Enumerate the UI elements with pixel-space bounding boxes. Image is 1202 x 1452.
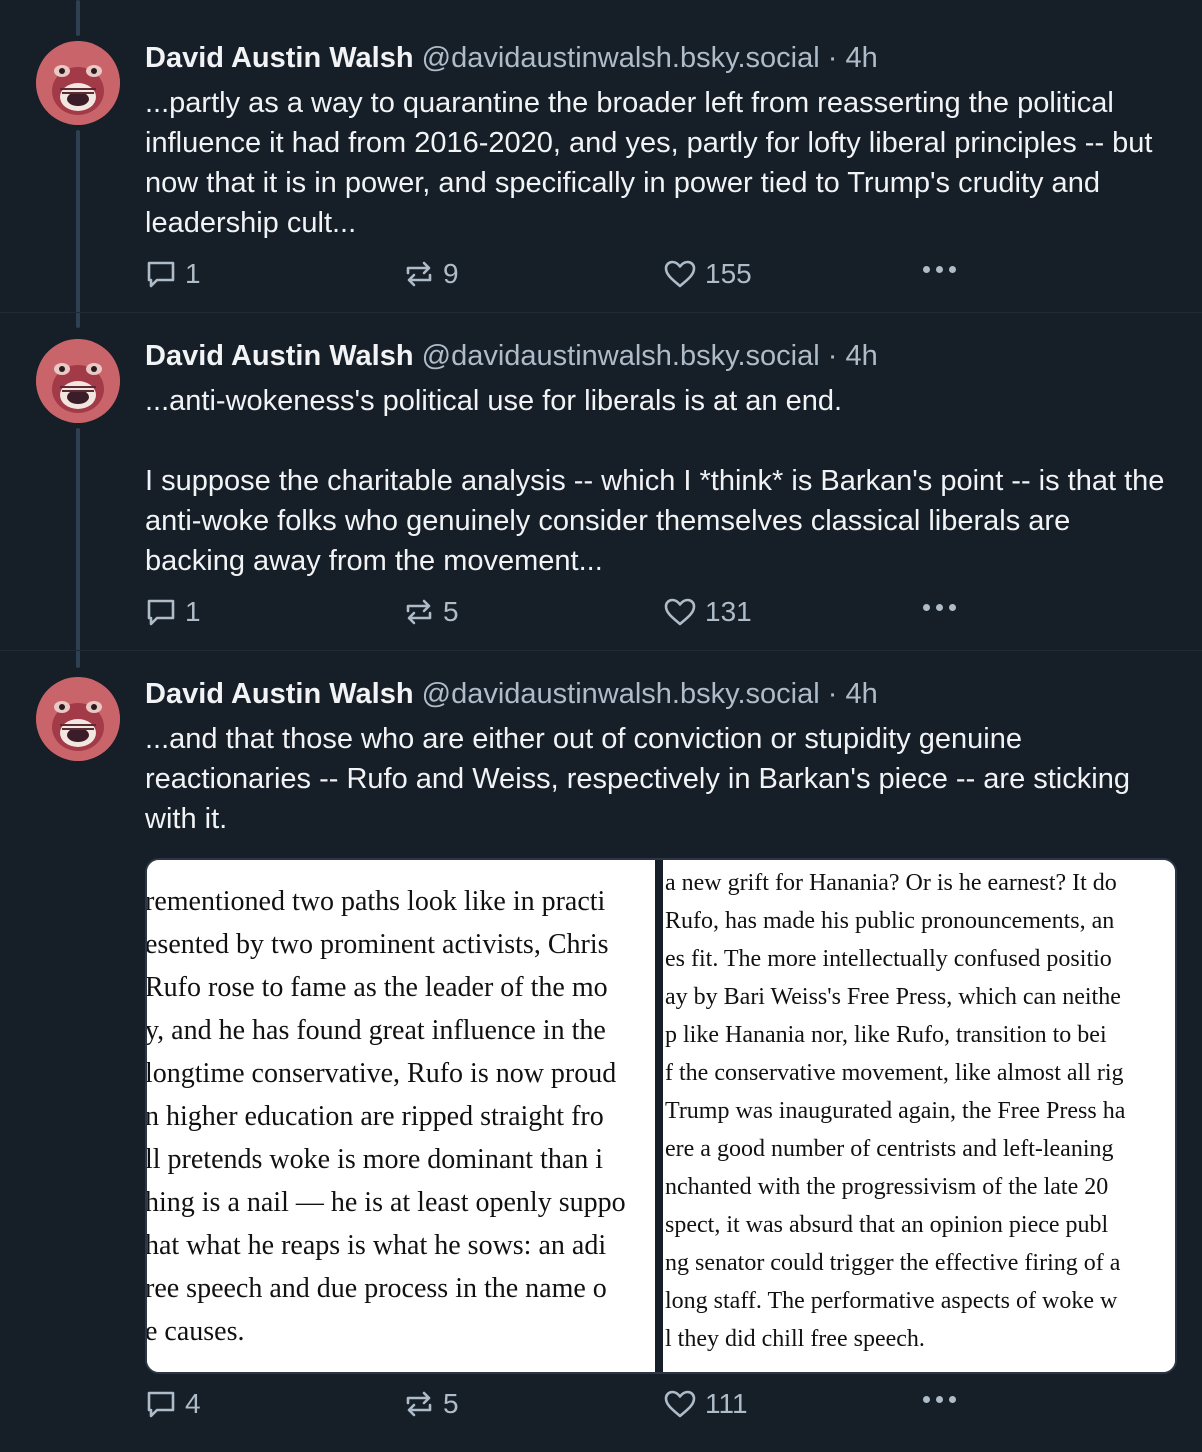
image-gap (655, 860, 663, 1372)
article-line: e causes. (147, 1316, 245, 1347)
author-handle[interactable]: @davidaustinwalsh.bsky.social (422, 340, 820, 372)
article-line: esented by two prominent activists, Chri… (147, 929, 609, 960)
thread-line (76, 0, 80, 36)
thread-line (76, 428, 80, 668)
like-count: 111 (705, 1388, 748, 1419)
like-button[interactable]: 155 (663, 258, 752, 290)
heart-icon (664, 1390, 696, 1418)
article-line: nchanted with the progressivism of the l… (665, 1174, 1109, 1200)
article-screenshot-right[interactable]: a new grift for Hanania? Or is he earnes… (663, 860, 1175, 1372)
thread-line (76, 130, 80, 328)
post-time[interactable]: 4h (845, 678, 877, 710)
repost-button[interactable]: 9 (403, 258, 459, 290)
article-line: ng senator could trigger the effective f… (665, 1250, 1121, 1276)
reply-count: 4 (185, 1388, 201, 1419)
image-gallery: rementioned two paths look like in pract… (145, 858, 1177, 1374)
heart-icon (664, 260, 696, 288)
article-line: a new grift for Hanania? Or is he earnes… (665, 870, 1117, 896)
article-line: ll pretends woke is more dominant than i (147, 1144, 604, 1175)
article-screenshot-left[interactable]: rementioned two paths look like in pract… (147, 860, 655, 1372)
like-button[interactable]: 131 (663, 596, 752, 628)
separator: · (827, 678, 838, 710)
more-options-icon[interactable] (923, 604, 956, 611)
like-count: 155 (705, 258, 752, 289)
heart-icon (664, 598, 696, 626)
reply-icon (147, 1391, 175, 1418)
repost-count: 9 (443, 258, 459, 289)
article-line: spect, it was absurd that an opinion pie… (665, 1212, 1109, 1238)
article-line: ere a good number of centrists and left-… (665, 1136, 1114, 1162)
article-line: hat what he reaps is what he sows: an ad… (147, 1230, 607, 1261)
like-button[interactable]: 111 (663, 1388, 748, 1420)
avatar[interactable] (36, 339, 120, 423)
article-line: ree speech and due process in the name o (147, 1273, 607, 1304)
repost-count: 5 (443, 596, 459, 627)
article-line: long staff. The performative aspects of … (665, 1288, 1118, 1314)
article-line: Rufo rose to fame as the leader of the m… (147, 972, 608, 1003)
post-divider (0, 650, 1202, 651)
post-meta: David Austin Walsh @davidaustinwalsh.bsk… (145, 677, 878, 711)
reply-button[interactable]: 4 (145, 1388, 201, 1420)
repost-icon (406, 599, 432, 625)
post-text: ...and that those who are either out of … (145, 723, 1139, 835)
repost-icon (406, 1391, 432, 1417)
post-actions: 1 5 131 (145, 596, 975, 636)
article-line: Rufo, has made his public pronouncements… (665, 908, 1115, 934)
article-line: longtime conservative, Rufo is now proud (147, 1058, 617, 1089)
repost-button[interactable]: 5 (403, 596, 459, 628)
separator: · (827, 42, 838, 74)
post-time[interactable]: 4h (845, 340, 877, 372)
article-line: l they did chill free speech. (665, 1326, 925, 1352)
post-meta: David Austin Walsh @davidaustinwalsh.bsk… (145, 41, 878, 75)
post-divider (0, 312, 1202, 313)
author-handle[interactable]: @davidaustinwalsh.bsky.social (422, 678, 820, 710)
post-actions: 1 9 155 (145, 258, 975, 298)
article-line: Trump was inaugurated again, the Free Pr… (665, 1098, 1126, 1124)
more-options-icon[interactable] (923, 1396, 956, 1403)
avatar[interactable] (36, 677, 120, 761)
repost-icon (406, 261, 432, 287)
author-name[interactable]: David Austin Walsh (145, 340, 414, 372)
reply-button[interactable]: 1 (145, 258, 201, 290)
post-actions: 4 5 111 (145, 1388, 975, 1428)
reply-icon (147, 261, 175, 288)
like-count: 131 (705, 596, 752, 627)
separator: · (827, 340, 838, 372)
article-line: f the conservative movement, like almost… (665, 1060, 1124, 1086)
author-name[interactable]: David Austin Walsh (145, 678, 414, 710)
post-meta: David Austin Walsh @davidaustinwalsh.bsk… (145, 339, 878, 373)
reply-button[interactable]: 1 (145, 596, 201, 628)
author-handle[interactable]: @davidaustinwalsh.bsky.social (422, 42, 820, 74)
reply-icon (147, 599, 175, 626)
article-line: p like Hanania nor, like Rufo, transitio… (665, 1022, 1107, 1048)
repost-button[interactable]: 5 (403, 1388, 459, 1420)
author-name[interactable]: David Austin Walsh (145, 42, 414, 74)
repost-count: 5 (443, 1388, 459, 1419)
avatar[interactable] (36, 41, 120, 125)
article-line: hing is a nail — he is at least openly s… (147, 1187, 626, 1218)
more-options-icon[interactable] (923, 266, 956, 273)
post-text: ...partly as a way to quarantine the bro… (145, 87, 1161, 239)
article-line: ay by Bari Weiss's Free Press, which can… (665, 984, 1121, 1010)
article-line: es fit. The more intellectually confused… (665, 946, 1112, 972)
reply-count: 1 (185, 258, 201, 289)
article-line: n higher education are ripped straight f… (147, 1101, 604, 1132)
post-text: ...anti-wokeness's political use for lib… (145, 385, 1165, 577)
post-time[interactable]: 4h (845, 42, 877, 74)
reply-count: 1 (185, 596, 201, 627)
article-line: rementioned two paths look like in pract… (147, 886, 606, 917)
article-line: y, and he has found great influence in t… (147, 1015, 606, 1046)
